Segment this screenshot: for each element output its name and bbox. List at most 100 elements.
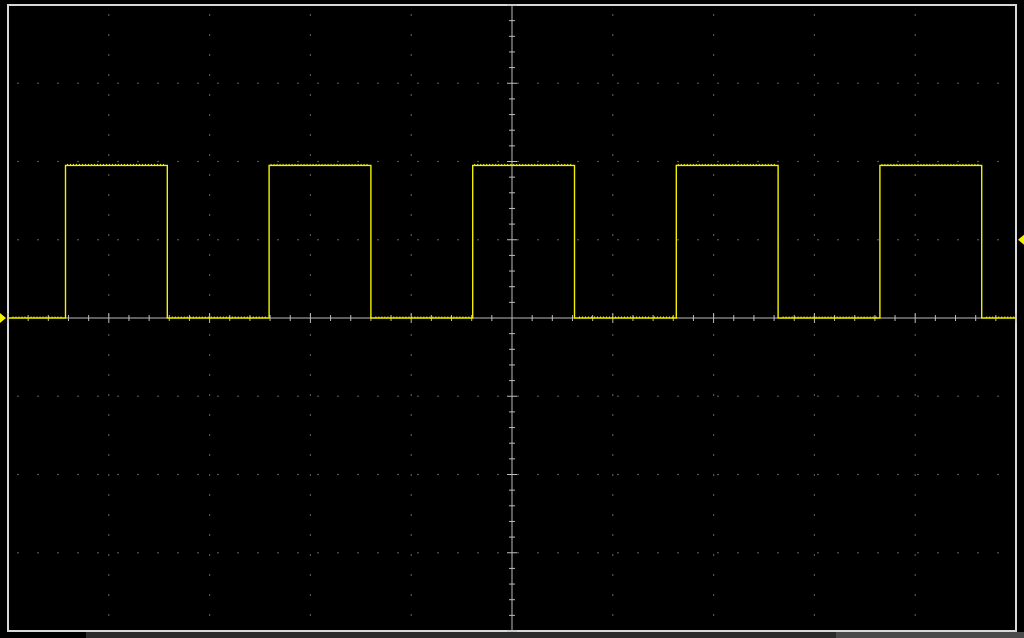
grid-dot bbox=[177, 395, 179, 397]
grid-dot bbox=[257, 552, 259, 554]
grid-dot bbox=[737, 160, 739, 163]
grid-dot bbox=[957, 552, 959, 554]
grid-dot bbox=[209, 14, 211, 16]
grid-dot bbox=[197, 239, 199, 241]
grid-dot bbox=[108, 174, 110, 176]
grid-dot bbox=[477, 473, 479, 476]
grid-dot bbox=[209, 74, 211, 76]
grid-dot bbox=[857, 552, 859, 554]
grid-dot bbox=[309, 534, 311, 536]
grid-dot bbox=[717, 160, 719, 163]
grid-dot bbox=[108, 534, 110, 536]
grid-dot bbox=[813, 494, 815, 496]
grid-dot bbox=[813, 514, 815, 516]
grid-dot bbox=[209, 454, 211, 456]
grid-dot bbox=[237, 395, 239, 397]
grid-dot bbox=[237, 473, 239, 476]
grid-dot bbox=[977, 160, 979, 163]
grid-dot bbox=[477, 395, 479, 397]
grid-dot bbox=[517, 395, 519, 397]
grid-dot bbox=[137, 552, 139, 554]
grid-dot bbox=[637, 395, 639, 397]
grid-dot bbox=[897, 473, 899, 476]
grid-dot bbox=[914, 14, 916, 16]
grid-dot bbox=[914, 74, 916, 76]
grid-dot bbox=[813, 454, 815, 456]
grid-dot bbox=[837, 395, 839, 397]
grid-dot bbox=[137, 473, 139, 476]
grid-dot bbox=[937, 552, 939, 554]
grid-dot bbox=[410, 434, 412, 436]
grid-dot bbox=[817, 160, 819, 163]
grid-dot bbox=[813, 134, 815, 136]
grid-dot bbox=[209, 434, 211, 436]
grid-dot bbox=[777, 82, 779, 84]
grid-dot bbox=[37, 473, 39, 476]
grid-dot bbox=[797, 82, 799, 84]
grid-dot bbox=[937, 160, 939, 163]
grid-dot bbox=[997, 160, 999, 163]
grid-dot bbox=[612, 534, 614, 536]
grid-dot bbox=[957, 160, 959, 163]
grid-dot bbox=[914, 594, 916, 596]
grid-dot bbox=[297, 160, 299, 163]
grid-dot bbox=[197, 395, 199, 397]
grid-dot bbox=[477, 160, 479, 163]
grid-dot bbox=[337, 239, 339, 241]
grid-dot bbox=[612, 154, 614, 156]
grid-dot bbox=[309, 54, 311, 56]
grid-dot bbox=[357, 473, 359, 476]
grid-dot bbox=[410, 254, 412, 256]
grid-dot bbox=[209, 154, 211, 156]
grid-dot bbox=[617, 239, 619, 241]
grid-dot bbox=[437, 473, 439, 476]
grid-dot bbox=[914, 294, 916, 296]
grid-dot bbox=[237, 82, 239, 84]
grid-dot bbox=[37, 239, 39, 241]
grid-dot bbox=[717, 552, 719, 554]
grid-dot bbox=[237, 552, 239, 554]
grid-dot bbox=[309, 394, 311, 396]
grid-dot bbox=[77, 239, 79, 241]
grid-dot bbox=[914, 514, 916, 516]
grid-dot bbox=[697, 395, 699, 397]
grid-dot bbox=[597, 160, 599, 163]
grid-dot bbox=[137, 395, 139, 397]
grid-dot bbox=[813, 154, 815, 156]
grid-dot bbox=[309, 214, 311, 216]
grid-dot bbox=[937, 395, 939, 397]
grid-dot bbox=[857, 239, 859, 241]
grid-dot bbox=[97, 395, 99, 397]
grid-dot bbox=[309, 434, 311, 436]
grid-dot bbox=[597, 395, 599, 397]
grid-dot bbox=[577, 82, 579, 84]
grid-dot bbox=[617, 473, 619, 476]
grid-dot bbox=[197, 82, 199, 84]
grid-dot bbox=[157, 82, 159, 84]
grid-dot bbox=[657, 82, 659, 84]
grid-dot bbox=[217, 552, 219, 554]
grid-dot bbox=[612, 494, 614, 496]
grid-dot bbox=[577, 239, 579, 241]
grid-dot bbox=[857, 82, 859, 84]
grid-dot bbox=[197, 160, 199, 163]
grid-dot bbox=[914, 194, 916, 196]
grid-dot bbox=[717, 473, 719, 476]
grid-dot bbox=[457, 395, 459, 397]
grid-dot bbox=[914, 114, 916, 116]
grid-dot bbox=[97, 552, 99, 554]
grid-dot bbox=[17, 160, 19, 163]
grid-dot bbox=[457, 160, 459, 163]
grid-dot bbox=[209, 574, 211, 576]
grid-dot bbox=[914, 34, 916, 36]
grid-dot bbox=[309, 374, 311, 376]
grid-dot bbox=[813, 334, 815, 336]
grid-dot bbox=[677, 160, 679, 163]
grid-dot bbox=[309, 354, 311, 356]
grid-dot bbox=[410, 494, 412, 496]
grid-dot bbox=[677, 552, 679, 554]
grid-dot bbox=[877, 239, 879, 241]
grid-dot bbox=[209, 494, 211, 496]
grid-dot bbox=[337, 160, 339, 163]
grid-dot bbox=[914, 334, 916, 336]
